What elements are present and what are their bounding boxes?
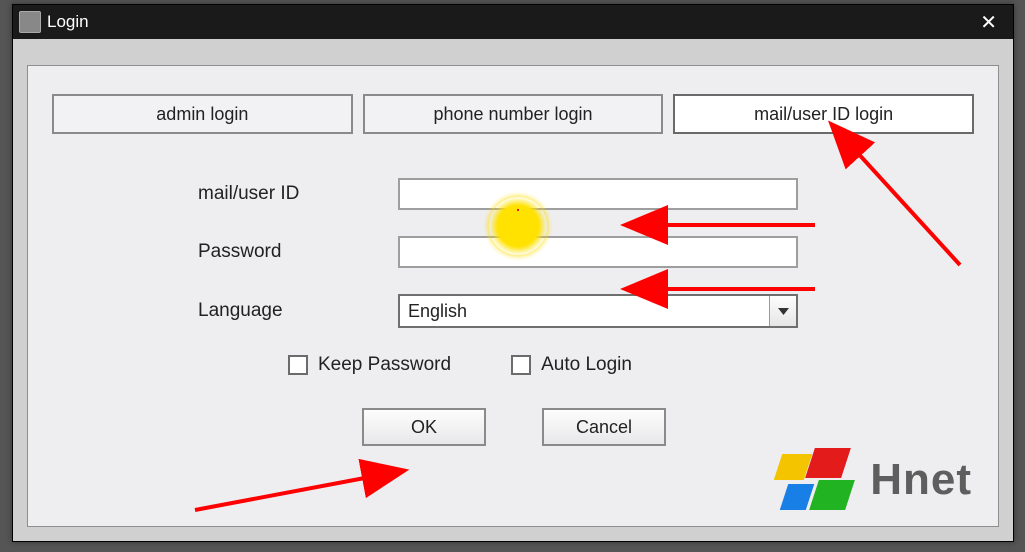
keep-password-checkbox[interactable]: Keep Password — [288, 354, 451, 376]
chevron-down-icon[interactable] — [769, 296, 796, 326]
tab-admin-login[interactable]: admin login — [52, 94, 353, 134]
checkbox-icon — [511, 355, 531, 375]
ok-label: OK — [411, 417, 437, 438]
tab-label: phone number login — [433, 104, 592, 125]
brand-text: Hnet — [870, 455, 972, 505]
userid-label: mail/user ID — [198, 183, 398, 205]
password-label: Password — [198, 241, 398, 263]
password-input[interactable] — [398, 236, 798, 268]
tab-mail-login[interactable]: mail/user ID login — [673, 94, 974, 134]
language-value: English — [408, 301, 467, 322]
checkbox-icon — [288, 355, 308, 375]
app-icon — [19, 11, 41, 33]
close-icon[interactable]: ✕ — [970, 10, 1007, 35]
brand-logo: Hnet — [778, 448, 972, 512]
keep-password-label: Keep Password — [318, 354, 451, 376]
userid-input[interactable] — [398, 178, 798, 210]
titlebar: Login ✕ — [13, 5, 1013, 39]
tab-label: mail/user ID login — [754, 104, 893, 125]
cancel-button[interactable]: Cancel — [542, 408, 666, 446]
login-window: Login ✕ admin login phone number login m… — [12, 4, 1014, 542]
auto-login-checkbox[interactable]: Auto Login — [511, 354, 632, 376]
language-label: Language — [198, 300, 398, 322]
language-select[interactable]: English — [398, 294, 798, 328]
ok-button[interactable]: OK — [362, 408, 486, 446]
cancel-label: Cancel — [576, 417, 632, 438]
tab-label: admin login — [156, 104, 248, 125]
window-title: Login — [47, 12, 89, 32]
auto-login-label: Auto Login — [541, 354, 632, 376]
login-dialog: admin login phone number login mail/user… — [27, 65, 999, 527]
tab-phone-login[interactable]: phone number login — [363, 94, 664, 134]
